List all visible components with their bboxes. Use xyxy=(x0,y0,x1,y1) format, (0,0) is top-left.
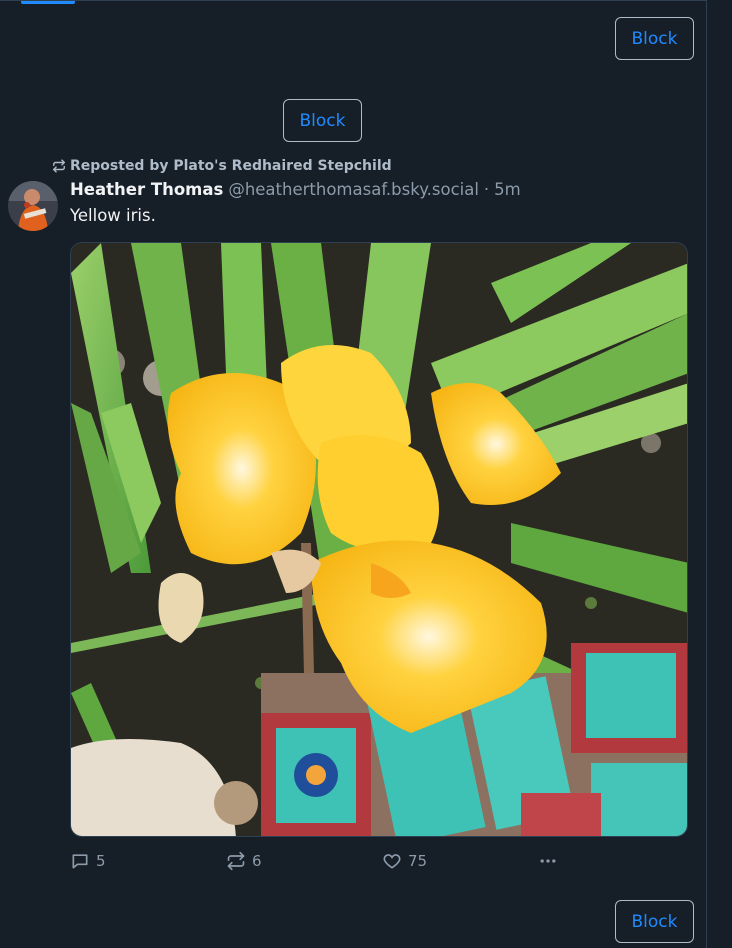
author-name[interactable]: Heather Thomas xyxy=(70,180,223,199)
repost-button[interactable]: 6 xyxy=(226,849,262,873)
block-button[interactable]: Block xyxy=(615,17,694,60)
post-actions: 5 6 75 xyxy=(70,849,570,873)
like-count: 75 xyxy=(408,852,428,870)
repost-icon xyxy=(227,851,245,871)
repost-icon xyxy=(53,159,65,173)
reply-icon xyxy=(72,854,88,869)
repost-label: Reposted by Plato's Redhaired Stepchild xyxy=(70,158,392,174)
like-button[interactable]: 75 xyxy=(382,849,427,873)
more-icon xyxy=(540,859,556,863)
reply-count: 5 xyxy=(96,852,106,870)
post-image[interactable] xyxy=(70,242,688,837)
page: Block Block Reposted by Plato's Redhaire… xyxy=(0,0,732,948)
avatar[interactable] xyxy=(8,181,58,231)
author-handle[interactable]: @heatherthomasaf.bsky.social xyxy=(228,180,479,199)
block-button[interactable]: Block xyxy=(615,900,694,943)
post-text: Yellow iris. xyxy=(70,206,156,225)
repost-attribution[interactable]: Reposted by Plato's Redhaired Stepchild xyxy=(52,157,392,175)
heart-icon xyxy=(383,854,401,869)
post-timestamp[interactable]: 5m xyxy=(494,180,521,199)
repost-count: 6 xyxy=(252,852,262,870)
reply-button[interactable]: 5 xyxy=(70,849,106,873)
more-options-button[interactable] xyxy=(538,849,558,873)
separator-dot: · xyxy=(483,180,490,199)
active-tab-indicator xyxy=(21,1,75,4)
block-button[interactable]: Block xyxy=(283,99,362,142)
author-line: Heather Thomas @heatherthomasaf.bsky.soc… xyxy=(70,180,521,202)
feed-column: Block Block Reposted by Plato's Redhaire… xyxy=(0,0,707,948)
